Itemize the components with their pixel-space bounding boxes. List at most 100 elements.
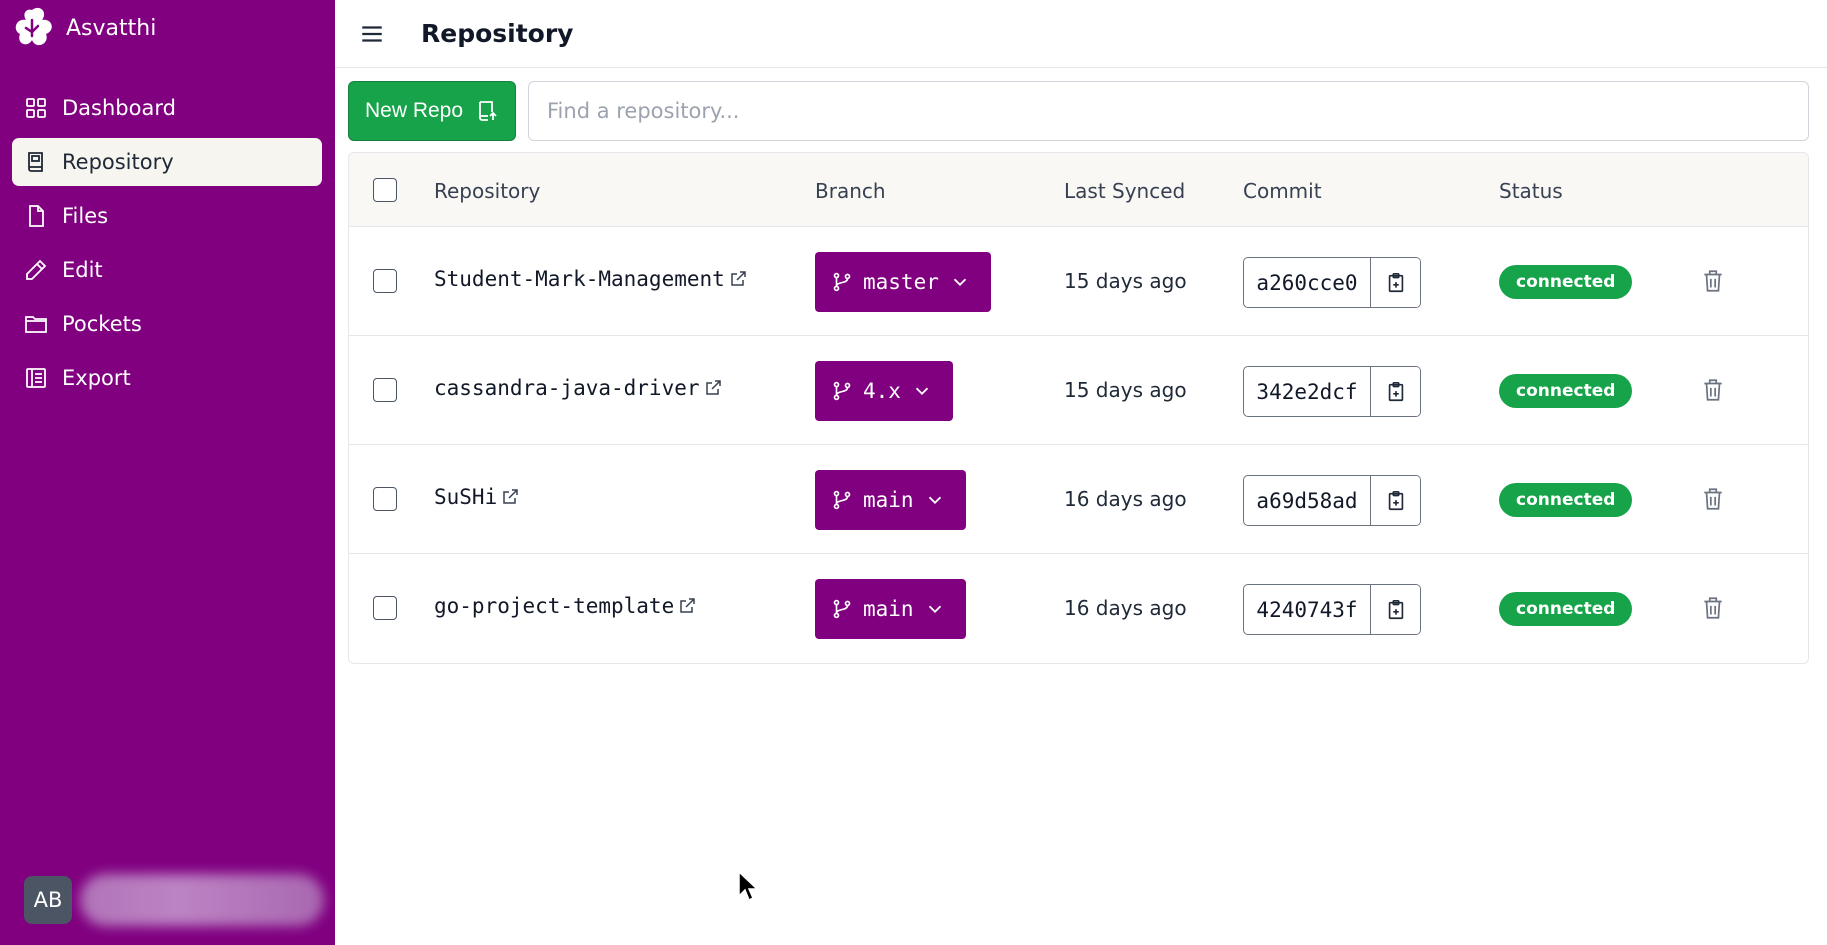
branch-dropdown[interactable]: main	[815, 470, 966, 530]
copy-commit-button[interactable]	[1371, 367, 1420, 416]
branch-dropdown[interactable]: master	[815, 252, 991, 312]
table-row: SuSHi main 16 days ago a69d58ad connecte…	[349, 445, 1808, 554]
sidebar-item-label: Export	[62, 366, 131, 390]
table-row: go-project-template main 16 days ago 424…	[349, 554, 1808, 663]
last-synced: 16 days ago	[1064, 596, 1187, 620]
row-checkbox[interactable]	[373, 269, 397, 293]
row-checkbox[interactable]	[373, 487, 397, 511]
sidebar-item-edit[interactable]: Edit	[12, 246, 322, 294]
repository-table: Repository Branch Last Synced Commit Sta…	[348, 152, 1809, 664]
git-branch-icon	[833, 599, 851, 619]
table-row: Student-Mark-Management master 15 days a…	[349, 227, 1808, 336]
branch-name: 4.x	[863, 379, 901, 403]
sidebar-item-dashboard[interactable]: Dashboard	[12, 84, 322, 132]
branch-name: main	[863, 488, 914, 512]
sidebar-item-label: Edit	[62, 258, 103, 282]
row-checkbox[interactable]	[373, 596, 397, 620]
hamburger-menu-icon[interactable]	[359, 21, 385, 47]
trash-icon[interactable]	[1700, 377, 1726, 403]
commit-group: a260cce0	[1243, 257, 1421, 308]
trash-icon[interactable]	[1700, 486, 1726, 512]
sidebar-item-files[interactable]: Files	[12, 192, 322, 240]
column-header-commit[interactable]: Commit	[1243, 179, 1322, 203]
repo-name: cassandra-java-driver	[434, 376, 700, 400]
chevron-down-icon	[928, 496, 941, 505]
repo-upload-icon	[479, 101, 497, 121]
commit-hash: a69d58ad	[1244, 476, 1371, 525]
book-icon	[28, 152, 43, 172]
sidebar-nav: Dashboard Repository Files Edit Pockets …	[12, 84, 322, 408]
top-header: Repository	[335, 0, 1827, 68]
grid-icon	[26, 98, 46, 118]
status-badge: connected	[1499, 265, 1633, 299]
table-row: cassandra-java-driver 4.x 15 days ago 34…	[349, 336, 1808, 445]
external-link-icon	[503, 489, 518, 504]
chevron-down-icon	[928, 605, 941, 614]
git-branch-icon	[833, 490, 851, 510]
search-input[interactable]	[528, 81, 1809, 141]
commit-hash: 4240743f	[1244, 585, 1371, 634]
copy-commit-button[interactable]	[1371, 258, 1420, 307]
commit-group: 4240743f	[1243, 584, 1421, 635]
page-title: Repository	[421, 19, 574, 48]
brand[interactable]: Asvatthi	[12, 6, 156, 50]
chevron-down-icon	[953, 278, 967, 287]
last-synced: 16 days ago	[1064, 487, 1187, 511]
last-synced: 15 days ago	[1064, 378, 1187, 402]
repo-link[interactable]: go-project-template	[434, 594, 696, 618]
trash-icon[interactable]	[1700, 268, 1726, 294]
redacted-username	[80, 874, 324, 926]
mouse-cursor-icon	[738, 870, 759, 902]
row-checkbox[interactable]	[373, 378, 397, 402]
column-header-repository[interactable]: Repository	[434, 179, 540, 203]
clipboard-icon	[1388, 381, 1403, 401]
repo-link[interactable]: SuSHi	[434, 485, 519, 509]
asvatthi-logo-icon	[15, 7, 52, 46]
sidebar-item-export[interactable]: Export	[12, 354, 322, 402]
user-profile[interactable]: AB	[24, 874, 324, 926]
column-header-branch[interactable]: Branch	[815, 179, 886, 203]
branch-name: master	[863, 270, 939, 294]
status-badge: connected	[1499, 374, 1633, 408]
sidebar-item-repository[interactable]: Repository	[12, 138, 322, 186]
copy-commit-button[interactable]	[1371, 476, 1420, 525]
repo-name: SuSHi	[434, 485, 498, 509]
status-badge: connected	[1499, 483, 1633, 517]
select-all-checkbox[interactable]	[373, 178, 397, 202]
file-icon	[29, 205, 44, 227]
sidebar-item-pockets[interactable]: Pockets	[12, 300, 322, 348]
commit-group: 342e2dcf	[1243, 366, 1421, 417]
new-repo-button[interactable]: New Repo	[348, 81, 516, 141]
column-header-last-synced[interactable]: Last Synced	[1064, 179, 1185, 203]
branch-dropdown[interactable]: 4.x	[815, 361, 953, 421]
repo-link[interactable]: Student-Mark-Management	[434, 267, 747, 291]
brand-name: Asvatthi	[66, 15, 157, 41]
trash-icon[interactable]	[1700, 595, 1726, 621]
copy-commit-button[interactable]	[1371, 585, 1420, 634]
git-branch-icon	[833, 381, 851, 401]
clipboard-icon	[1388, 490, 1403, 510]
status-badge: connected	[1499, 592, 1633, 626]
avatar[interactable]: AB	[24, 876, 72, 924]
sidebar: Asvatthi Dashboard Repository Files Edit…	[0, 0, 335, 945]
sidebar-item-label: Repository	[62, 150, 174, 174]
external-link-icon	[705, 380, 721, 395]
folder-icon	[25, 316, 47, 333]
branch-name: main	[863, 597, 914, 621]
last-synced: 15 days ago	[1064, 269, 1187, 293]
commit-hash: 342e2dcf	[1244, 367, 1371, 416]
new-repo-label: New Repo	[364, 99, 464, 122]
table-header: Repository Branch Last Synced Commit Sta…	[349, 153, 1808, 227]
sidebar-item-label: Pockets	[62, 312, 142, 336]
external-link-icon	[731, 271, 746, 286]
repo-link[interactable]: cassandra-java-driver	[434, 376, 722, 400]
column-header-status[interactable]: Status	[1499, 179, 1563, 203]
commit-hash: a260cce0	[1244, 258, 1371, 307]
sidebar-item-label: Dashboard	[62, 96, 176, 120]
clipboard-icon	[1388, 272, 1403, 292]
clipboard-icon	[1388, 599, 1403, 619]
branch-dropdown[interactable]: main	[815, 579, 966, 639]
chevron-down-icon	[915, 387, 929, 396]
export-icon	[26, 368, 46, 388]
git-branch-icon	[833, 272, 851, 292]
